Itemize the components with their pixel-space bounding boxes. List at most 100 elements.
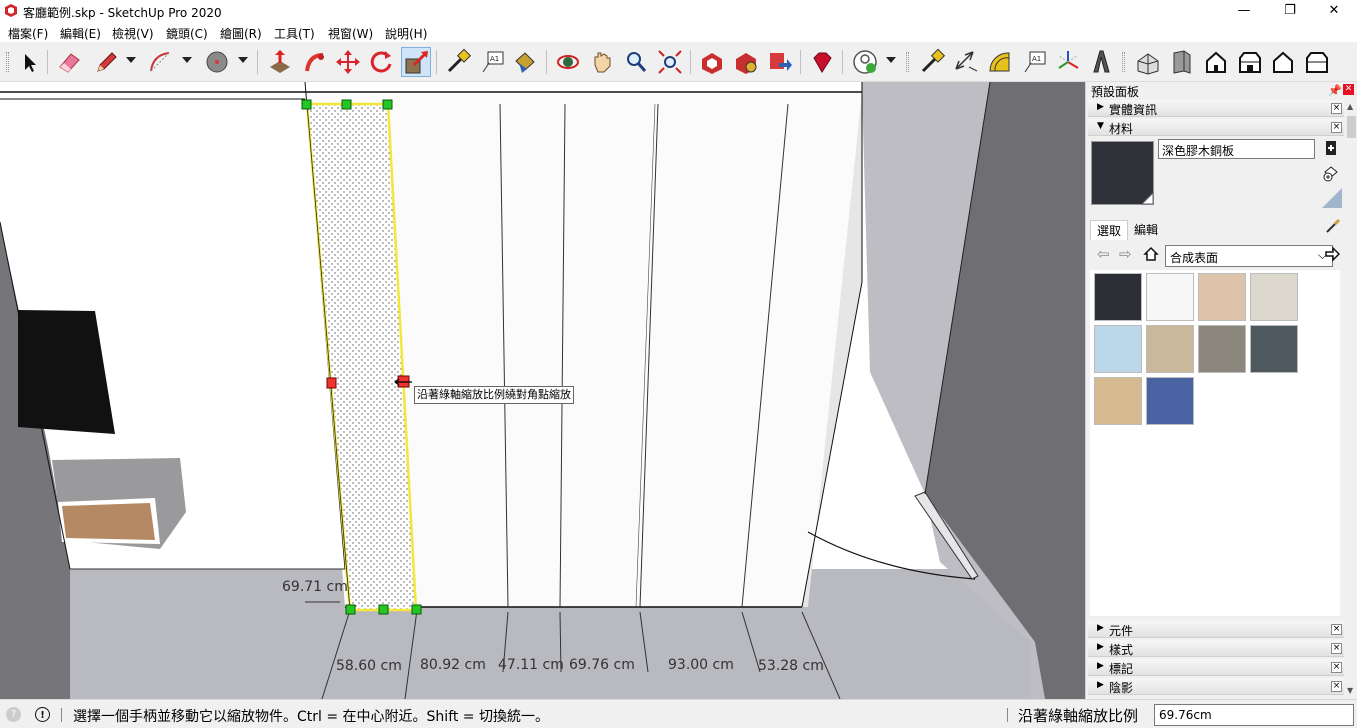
protractor-icon[interactable]: [985, 47, 1015, 77]
library-select[interactable]: 合成表面 ⌵: [1165, 245, 1333, 267]
tray-close-icon[interactable]: ✕: [1343, 84, 1354, 95]
close-button[interactable]: ✕: [1311, 0, 1357, 22]
top-view-icon[interactable]: [1167, 47, 1197, 77]
zoom-extents-icon[interactable]: [655, 47, 685, 77]
material-swatch[interactable]: [1250, 273, 1298, 321]
dimension-4[interactable]: 69.76 cm: [569, 657, 635, 673]
minimize-button[interactable]: —: [1221, 0, 1267, 22]
scroll-up-icon[interactable]: ▲: [1347, 102, 1353, 111]
menu-help[interactable]: 說明(H): [385, 25, 427, 42]
details-arrow-icon[interactable]: [1324, 246, 1340, 262]
sample-paint-icon[interactable]: [1322, 188, 1342, 208]
tray-shadows[interactable]: ▶ 陰影 ×: [1088, 678, 1344, 695]
menu-tools[interactable]: 工具(T): [274, 25, 315, 42]
material-swatch[interactable]: [1094, 377, 1142, 425]
circle-icon[interactable]: [202, 47, 232, 77]
home-icon[interactable]: [1143, 246, 1159, 262]
material-swatch[interactable]: [1094, 273, 1142, 321]
right-view-icon[interactable]: [1235, 47, 1265, 77]
push-pull-icon[interactable]: [265, 47, 295, 77]
back-arrow-icon[interactable]: ⇦: [1097, 245, 1110, 263]
follow-me-icon[interactable]: [299, 47, 329, 77]
text-tool-icon[interactable]: A1: [478, 47, 508, 77]
toolbar-grip-2[interactable]: [906, 52, 909, 72]
extension-warehouse-icon[interactable]: [731, 47, 761, 77]
material-swatch[interactable]: [1094, 325, 1142, 373]
instructor-info-icon[interactable]: !: [35, 707, 50, 722]
material-swatch[interactable]: [1250, 325, 1298, 373]
material-name-field[interactable]: 深色膠木銅板: [1158, 139, 1315, 159]
tab-select[interactable]: 選取: [1090, 220, 1129, 240]
scale-tool-icon[interactable]: [401, 47, 431, 77]
3d-warehouse-icon[interactable]: [697, 47, 727, 77]
dimension-1[interactable]: 58.60 cm: [336, 658, 402, 674]
close-icon[interactable]: ×: [1331, 662, 1342, 673]
menu-window[interactable]: 視窗(W): [328, 25, 373, 42]
toolbar-grip[interactable]: [6, 52, 9, 72]
tray-entity-info[interactable]: ▶ 實體資訊 ×: [1088, 100, 1344, 117]
dimension-vertical[interactable]: 69.71 cm: [282, 579, 348, 595]
create-material-icon[interactable]: [1324, 140, 1338, 156]
maximize-button[interactable]: ❐: [1267, 0, 1313, 22]
account-dropdown-icon[interactable]: [886, 57, 896, 63]
tray-components[interactable]: ▶ 元件 ×: [1088, 621, 1344, 638]
circle-dropdown-icon[interactable]: [238, 57, 248, 63]
material-preview[interactable]: [1091, 141, 1154, 205]
account-icon[interactable]: [850, 47, 880, 77]
move-icon[interactable]: [333, 47, 363, 77]
close-icon[interactable]: ×: [1331, 624, 1342, 635]
menu-view[interactable]: 檢視(V): [112, 25, 154, 42]
tray-styles[interactable]: ▶ 樣式 ×: [1088, 640, 1344, 657]
menu-camera[interactable]: 鏡頭(C): [166, 25, 208, 42]
menu-draw[interactable]: 繪圖(R): [220, 25, 262, 42]
front-view-icon[interactable]: [1201, 47, 1231, 77]
rotate-icon[interactable]: [366, 47, 396, 77]
orbit-icon[interactable]: [553, 47, 583, 77]
forward-arrow-icon[interactable]: ⇨: [1119, 245, 1132, 263]
dimensions-icon[interactable]: [951, 47, 981, 77]
menu-edit[interactable]: 編輯(E): [60, 25, 101, 42]
material-swatch[interactable]: [1146, 325, 1194, 373]
select-tool-icon[interactable]: [14, 47, 44, 77]
tray-materials[interactable]: ▼ 材料 ×: [1088, 119, 1344, 136]
close-icon[interactable]: ×: [1331, 681, 1342, 692]
geo-location-icon[interactable]: ?: [6, 707, 21, 722]
pan-hand-icon[interactable]: [587, 47, 617, 77]
close-icon[interactable]: ×: [1331, 122, 1342, 133]
ruby-console-icon[interactable]: [807, 47, 837, 77]
menu-file[interactable]: 檔案(F): [8, 25, 48, 42]
tab-edit[interactable]: 編輯: [1128, 220, 1164, 239]
toolbar-grip-3[interactable]: [1122, 52, 1125, 72]
dimension-5[interactable]: 93.00 cm: [668, 657, 734, 673]
dimension-6[interactable]: 53.28 cm: [758, 658, 824, 674]
pencil-dropdown-icon[interactable]: [126, 57, 136, 63]
scrollbar-thumb[interactable]: [1347, 116, 1356, 138]
close-icon[interactable]: ×: [1331, 103, 1342, 114]
iso-view-icon[interactable]: [1133, 47, 1163, 77]
material-swatch[interactable]: [1146, 377, 1194, 425]
measurements-input[interactable]: 69.76cm: [1154, 704, 1354, 726]
pencil-icon[interactable]: [91, 47, 121, 77]
tray-tags[interactable]: ▶ 標記 ×: [1088, 659, 1344, 676]
send-to-layout-icon[interactable]: [765, 47, 795, 77]
dimension-2[interactable]: 80.92 cm: [420, 657, 486, 673]
arc-dropdown-icon[interactable]: [182, 57, 192, 63]
paint-bucket-icon[interactable]: [510, 47, 540, 77]
back-view-icon[interactable]: [1268, 47, 1298, 77]
axes-icon[interactable]: [1053, 47, 1083, 77]
tape-measure-icon[interactable]: [443, 47, 473, 77]
text-2-icon[interactable]: A1: [1020, 47, 1050, 77]
dimension-3[interactable]: 47.11 cm: [498, 657, 564, 673]
tray-scrollbar[interactable]: ▲ ▼: [1346, 100, 1357, 699]
material-swatch[interactable]: [1146, 273, 1194, 321]
eraser-icon[interactable]: [54, 47, 84, 77]
pin-icon[interactable]: 📌: [1328, 84, 1342, 97]
3d-text-icon[interactable]: [1086, 47, 1116, 77]
paint-default-icon[interactable]: [1322, 164, 1340, 182]
tape-measure-2-icon[interactable]: [917, 47, 947, 77]
zoom-icon[interactable]: [621, 47, 651, 77]
left-view-icon[interactable]: [1302, 47, 1332, 77]
eyedropper-icon[interactable]: [1325, 218, 1341, 234]
close-icon[interactable]: ×: [1331, 643, 1342, 654]
material-swatch[interactable]: [1198, 273, 1246, 321]
